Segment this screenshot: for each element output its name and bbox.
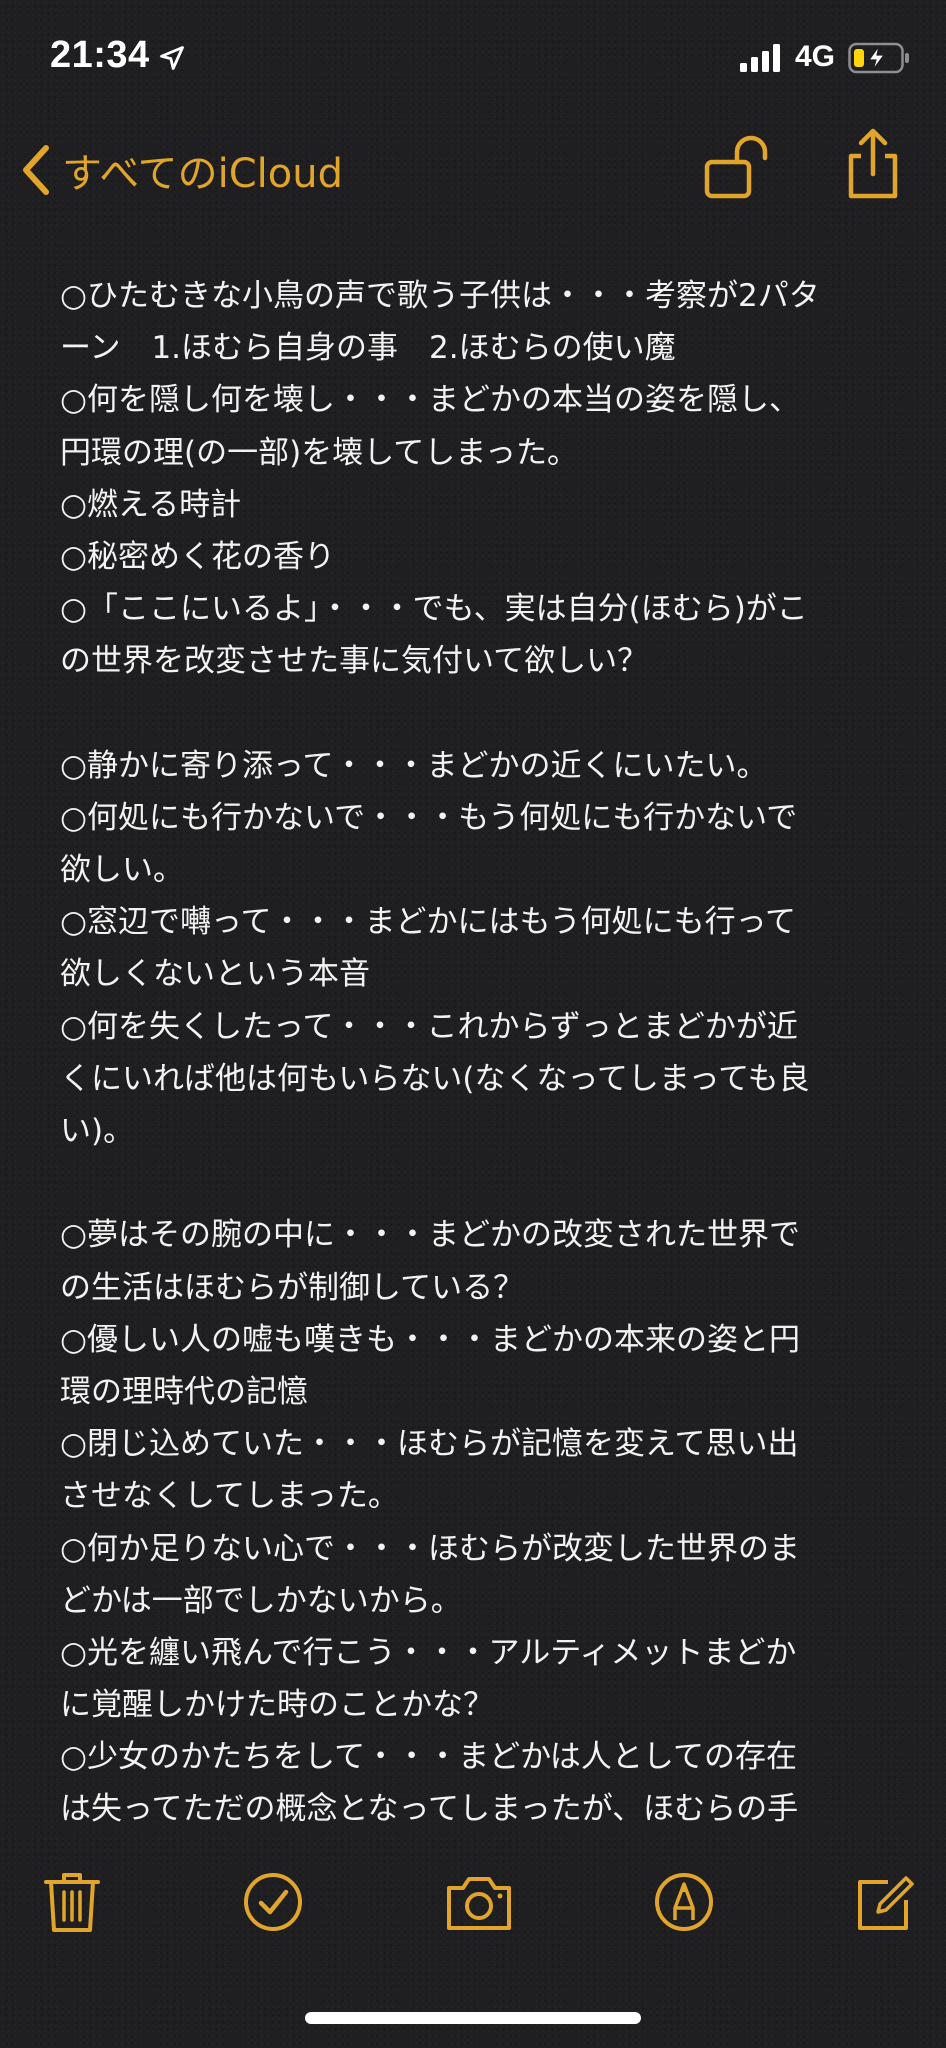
note-text-line bbox=[60, 688, 890, 740]
share-icon bbox=[848, 128, 898, 199]
bottom-toolbar bbox=[0, 1870, 946, 1950]
location-arrow-icon bbox=[160, 46, 184, 70]
markup-icon bbox=[655, 1873, 713, 1931]
note-body[interactable]: ○ひたむきな小鳥の声で歌う子供は・・・考察が2パタ ーン 1.ほむら自身の事 2.… bbox=[60, 270, 890, 1830]
chevron-left-icon bbox=[23, 145, 49, 195]
lock-button[interactable] bbox=[703, 134, 769, 200]
share-button[interactable] bbox=[843, 128, 903, 200]
note-text-line: どかは一部でしかないから。 bbox=[60, 1582, 462, 1619]
note-text-line: ーン 1.ほむら自身の事 2.ほむらの使い魔 bbox=[60, 330, 676, 367]
note-text-line: ○何を失くしたって・・・これからずっとまどかが近 bbox=[60, 1008, 798, 1045]
camera-icon bbox=[447, 1877, 511, 1930]
note-text-line: ○何か足りない心で・・・ほむらが改変した世界のま bbox=[60, 1530, 801, 1567]
note-text-line: ○優しい人の嘘も嘆きも・・・まどかの本来の姿と円 bbox=[60, 1321, 801, 1358]
note-text-line: ○燃える時計 bbox=[60, 486, 242, 523]
note-text-line: い)。 bbox=[60, 1113, 135, 1149]
note-text-line: ○何を隠し何を壊し・・・まどかの本当の姿を隠し、 bbox=[60, 382, 801, 419]
markup-button[interactable] bbox=[652, 1870, 716, 1934]
checklist-icon bbox=[244, 1873, 302, 1931]
status-bar: 21:34 4G bbox=[0, 0, 946, 110]
note-text-line: ○窓辺で囀って・・・まどかにはもう何処にも行って bbox=[60, 904, 797, 941]
back-button[interactable]: すべてのiCloud bbox=[18, 135, 343, 205]
back-label: すべてのiCloud bbox=[62, 151, 343, 197]
home-indicator[interactable] bbox=[305, 2012, 641, 2024]
note-text-line: くにいれば他は何もいらない(なくなってしまっても良 bbox=[60, 1060, 810, 1097]
note-text-line: の世界を改変させた事に気付いて欲しい？ bbox=[60, 643, 649, 680]
note-text-line: 環の理時代の記憶 bbox=[60, 1373, 308, 1410]
note-text-line: 欲しい。 bbox=[60, 852, 184, 889]
note-text-line: ○少女のかたちをして・・・まどかは人としての存在 bbox=[60, 1739, 797, 1776]
note-text-line: 円環の理(の一部)を壊してしまった。 bbox=[60, 434, 579, 471]
unlock-icon bbox=[704, 135, 768, 199]
compose-icon bbox=[858, 1876, 914, 1930]
note-text-line: の生活はほむらが制御している？ bbox=[60, 1269, 525, 1306]
note-text-line bbox=[60, 1157, 890, 1209]
note-text-line: 欲しくないという本音 bbox=[60, 956, 370, 993]
camera-button[interactable] bbox=[444, 1870, 514, 1934]
checklist-button[interactable] bbox=[241, 1870, 305, 1934]
note-text-line: ○閉じ込めていた・・・ほむらが記憶を変えて思い出 bbox=[60, 1426, 799, 1463]
note-text-line: ○何処にも行かないで・・・もう何処にも行かないで bbox=[60, 799, 798, 836]
cellular-signal-icon bbox=[740, 44, 780, 72]
note-text-line: させなくしてしまった。 bbox=[60, 1478, 399, 1515]
network-type: 4G bbox=[795, 40, 836, 73]
note-text-line: は失ってただの概念となってしまったが、ほむらの手 bbox=[60, 1791, 799, 1828]
note-text-line: ○「ここにいるよ」・・・でも、実は自分(ほむら)がこ bbox=[60, 591, 808, 628]
battery-charging-icon bbox=[848, 42, 909, 74]
note-text-line: ○秘密めく花の香り bbox=[60, 538, 336, 575]
delete-button[interactable] bbox=[40, 1870, 104, 1934]
trash-icon bbox=[44, 1873, 100, 1932]
compose-button[interactable] bbox=[854, 1870, 918, 1934]
note-text-line: ○ひたむきな小鳥の声で歌う子供は・・・考察が2パタ bbox=[60, 278, 820, 314]
note-text-line: に覚醒しかけた時のことかな？ bbox=[60, 1687, 494, 1724]
note-text-line: ○光を纏い飛んで行こう・・・アルティメットまどか bbox=[60, 1634, 797, 1671]
note-text-line: ○夢はその腕の中に・・・まどかの改変された世界で bbox=[60, 1217, 801, 1254]
status-time: 21:34 bbox=[50, 34, 150, 76]
note-text-line: ○静かに寄り添って・・・まどかの近くにいたい。 bbox=[60, 747, 768, 784]
